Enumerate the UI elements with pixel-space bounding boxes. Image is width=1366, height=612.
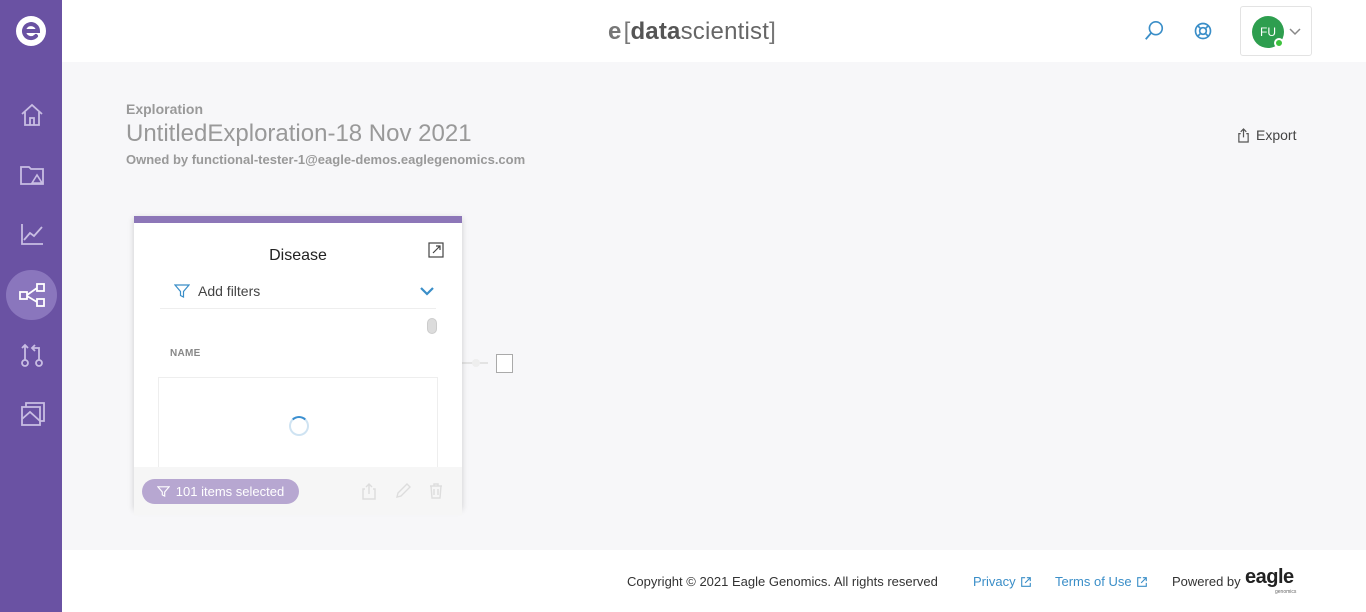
export-icon: [1238, 127, 1249, 143]
chevron-down-icon: [420, 287, 434, 296]
footer: Copyright © 2021 Eagle Genomics. All rig…: [62, 550, 1366, 612]
add-filters-dropdown[interactable]: Add filters: [160, 273, 436, 309]
card-title: Disease: [269, 247, 327, 264]
column-header-name[interactable]: NAME: [170, 348, 201, 359]
help-button[interactable]: [1190, 18, 1216, 44]
brand-e: e: [608, 18, 622, 45]
powered-by-text: Powered by: [1172, 574, 1241, 589]
datasets-icon: [19, 166, 44, 185]
brand-bracket-close: ]: [769, 18, 776, 45]
disease-node-card[interactable]: Disease Add filters NAME 101 items selec…: [134, 216, 462, 515]
sidebar: [0, 0, 62, 612]
user-menu[interactable]: FU: [1240, 6, 1312, 56]
search-icon: [1145, 21, 1164, 40]
brand-logo[interactable]: e [ data scientist ]: [608, 18, 776, 46]
share-icon[interactable]: [360, 482, 378, 500]
section-label: Exploration: [126, 101, 204, 117]
exploration-icon: [18, 283, 45, 307]
items-selected-badge[interactable]: 101 items selected: [142, 479, 299, 504]
terms-label: Terms of Use: [1055, 574, 1132, 589]
sidebar-item-workflow[interactable]: [6, 329, 57, 379]
filter-icon: [174, 283, 190, 298]
external-link-icon: [1136, 576, 1147, 587]
add-node-placeholder[interactable]: [496, 354, 513, 373]
delete-icon[interactable]: [427, 482, 445, 500]
loading-spinner: [289, 416, 309, 436]
page-title[interactable]: UntitledExploration-18 Nov 2021: [126, 120, 472, 148]
reports-icon: [20, 402, 45, 426]
edit-icon[interactable]: [394, 482, 412, 500]
eagle-genomics-logo-sub: genomics: [1275, 589, 1297, 595]
terms-link[interactable]: Terms of Use: [1055, 574, 1148, 589]
search-button[interactable]: [1141, 18, 1167, 44]
sidebar-item-charts[interactable]: [6, 209, 57, 259]
export-button[interactable]: Export: [1237, 126, 1296, 144]
sidebar-item-datasets[interactable]: [6, 150, 57, 200]
app-logo[interactable]: [15, 15, 47, 47]
top-bar: e [ data scientist ] FU: [62, 0, 1366, 62]
chevron-down-icon: [1289, 28, 1301, 36]
owner-text: Owned by functional-tester-1@eagle-demos…: [126, 152, 526, 167]
privacy-link[interactable]: Privacy: [973, 574, 1032, 589]
privacy-label: Privacy: [973, 574, 1016, 589]
eagle-genomics-logo[interactable]: eagle: [1245, 566, 1294, 589]
copyright-text: Copyright © 2021 Eagle Genomics. All rig…: [627, 574, 938, 589]
connector-handle[interactable]: [472, 359, 480, 367]
expand-icon[interactable]: [428, 242, 444, 258]
sidebar-item-reports[interactable]: [6, 389, 57, 439]
brand-scientist: scientist: [680, 18, 770, 45]
chart-icon: [20, 224, 43, 245]
workflow-icon: [20, 343, 43, 367]
sidebar-item-home[interactable]: [6, 90, 57, 140]
export-label: Export: [1256, 127, 1297, 143]
card-footer: 101 items selected: [134, 467, 462, 515]
online-status-dot: [1274, 38, 1284, 48]
scrollbar-thumb[interactable]: [427, 318, 437, 334]
brand-data: data: [630, 18, 681, 45]
help-lifebuoy-icon: [1194, 22, 1212, 40]
sidebar-item-exploration[interactable]: [6, 270, 57, 320]
filter-icon: [156, 486, 170, 498]
brand-bracket-open: [: [623, 18, 631, 45]
avatar-initials: FU: [1260, 25, 1276, 39]
items-selected-label: 101 items selected: [175, 484, 285, 499]
item-list: [158, 377, 438, 469]
external-link-icon: [1020, 576, 1031, 587]
add-filters-label: Add filters: [198, 282, 261, 299]
home-icon: [20, 103, 43, 126]
